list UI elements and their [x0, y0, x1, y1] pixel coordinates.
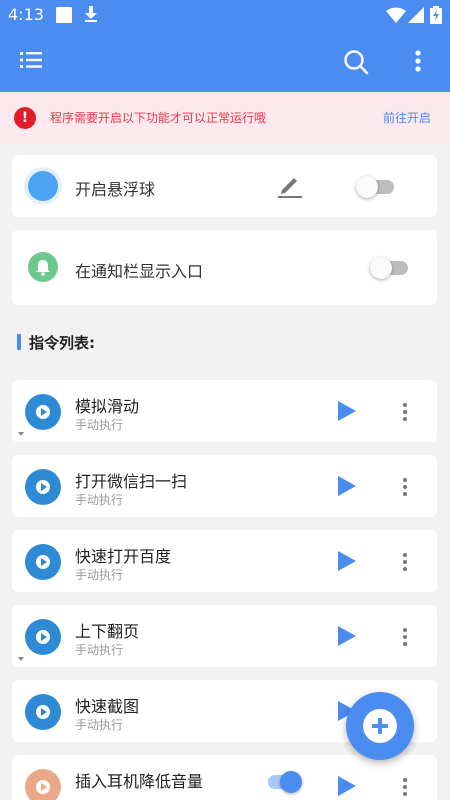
- play-icon[interactable]: [338, 476, 356, 496]
- command-icon: [25, 619, 61, 655]
- command-item[interactable]: 快速打开百度 手动执行: [12, 530, 437, 592]
- command-icon: [25, 394, 61, 430]
- menu-icon[interactable]: [20, 50, 42, 70]
- wifi-icon: [386, 7, 406, 23]
- command-mode: 手动执行: [75, 493, 124, 507]
- section-title: 指令列表:: [29, 334, 95, 352]
- download-icon: [85, 6, 97, 22]
- warning-text: 程序需要开启以下功能才可以正常运行哦: [50, 111, 267, 125]
- signal-icon: [408, 7, 424, 23]
- command-mode: 手动执行: [75, 643, 124, 657]
- pencil-icon[interactable]: [278, 173, 302, 199]
- command-item[interactable]: 模拟滑动 手动执行: [12, 380, 437, 442]
- play-badge-icon: [36, 780, 50, 794]
- battery-icon: [430, 6, 442, 24]
- app-bar: [0, 30, 450, 92]
- play-icon[interactable]: [338, 551, 356, 571]
- command-name: 打开微信扫一扫: [75, 472, 188, 491]
- command-name: 插入耳机降低音量: [75, 772, 204, 791]
- kebab-icon[interactable]: [401, 627, 409, 647]
- command-mode: 手动执行: [75, 718, 124, 732]
- switch-knob: [280, 771, 302, 793]
- floating-ball-card: 开启悬浮球: [12, 155, 437, 217]
- command-icon: [25, 544, 61, 580]
- play-icon[interactable]: [338, 776, 356, 796]
- kebab-icon[interactable]: [401, 777, 409, 797]
- play-badge-icon: [36, 705, 50, 719]
- command-icon: [25, 769, 61, 800]
- play-icon[interactable]: [338, 626, 356, 646]
- notification-square-icon: [56, 7, 72, 23]
- kebab-icon[interactable]: [401, 477, 409, 497]
- status-bar: 4:13: [0, 0, 450, 30]
- section-accent-bar: [17, 334, 21, 350]
- play-badge-icon: [36, 630, 50, 644]
- play-icon[interactable]: [338, 401, 356, 421]
- command-item[interactable]: 打开微信扫一扫 手动执行: [12, 455, 437, 517]
- play-badge-icon: [36, 480, 50, 494]
- command-item[interactable]: 插入耳机降低音量: [12, 755, 437, 800]
- search-icon[interactable]: [343, 49, 369, 75]
- command-enable-switch[interactable]: [262, 771, 302, 793]
- bell-icon: [28, 252, 58, 282]
- command-name: 快速打开百度: [75, 547, 172, 566]
- add-command-fab[interactable]: [346, 692, 414, 760]
- permission-warning-banner: ! 程序需要开启以下功能才可以正常运行哦 前往开启: [0, 92, 450, 144]
- notification-entry-switch[interactable]: [370, 257, 410, 279]
- notification-entry-card: 在通知栏显示入口: [12, 230, 437, 305]
- kebab-icon[interactable]: [401, 402, 409, 422]
- command-mode: 手动执行: [75, 568, 124, 582]
- go-enable-link[interactable]: 前往开启: [383, 109, 431, 126]
- command-name: 快速截图: [75, 697, 140, 716]
- bell-glyph: [36, 260, 50, 276]
- kebab-icon[interactable]: [401, 552, 409, 572]
- command-mode: 手动执行: [75, 418, 124, 432]
- floating-ball-switch[interactable]: [356, 176, 396, 198]
- add-icon: [363, 709, 397, 743]
- notification-entry-label: 在通知栏显示入口: [75, 262, 204, 281]
- expand-triangle-icon[interactable]: [18, 657, 24, 661]
- expand-triangle-icon[interactable]: [18, 432, 24, 436]
- floating-ball-label: 开启悬浮球: [75, 180, 156, 199]
- error-icon: !: [14, 107, 36, 129]
- floating-ball-icon: [28, 171, 58, 201]
- command-icon: [25, 469, 61, 505]
- command-item[interactable]: 上下翻页 手动执行: [12, 605, 437, 667]
- play-badge-icon: [36, 405, 50, 419]
- switch-knob: [370, 257, 392, 279]
- more-vert-icon[interactable]: [414, 50, 422, 72]
- switch-knob: [356, 176, 378, 198]
- command-icon: [25, 694, 61, 730]
- status-time: 4:13: [8, 5, 44, 24]
- command-name: 模拟滑动: [75, 397, 140, 416]
- command-name: 上下翻页: [75, 622, 140, 641]
- play-badge-icon: [36, 555, 50, 569]
